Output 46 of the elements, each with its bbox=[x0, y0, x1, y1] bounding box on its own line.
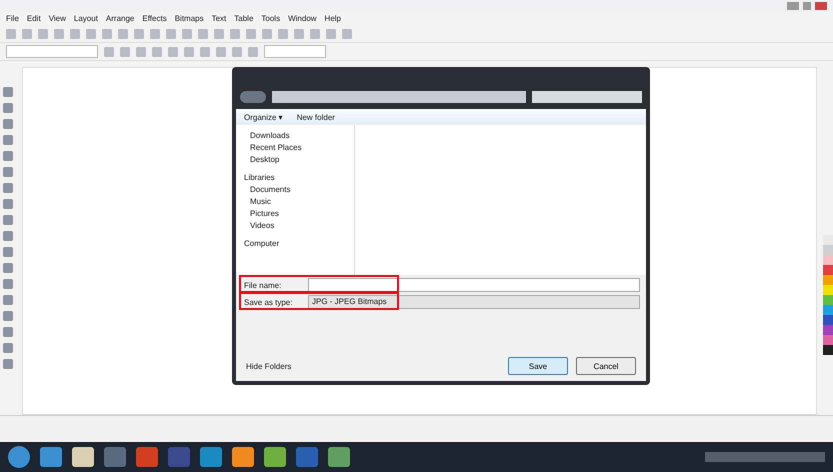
menu-item[interactable]: File bbox=[6, 14, 19, 23]
taskbar-app-icon[interactable] bbox=[168, 447, 190, 467]
favorite-item[interactable]: Downloads bbox=[250, 131, 350, 140]
save-as-type-label: Save as type: bbox=[244, 298, 294, 306]
menu-item[interactable]: Effects bbox=[142, 14, 167, 23]
hide-folders-toggle[interactable]: Hide Folders bbox=[246, 362, 292, 370]
file-name-label: File name: bbox=[244, 280, 282, 290]
preset-dropdown[interactable] bbox=[6, 45, 98, 58]
library-item[interactable]: Documents bbox=[250, 185, 350, 194]
search-field[interactable] bbox=[532, 91, 642, 103]
taskbar-app-icon[interactable] bbox=[232, 447, 254, 467]
menu-item[interactable]: Window bbox=[288, 14, 317, 23]
cancel-button[interactable]: Cancel bbox=[576, 357, 636, 375]
taskbar-app-icon[interactable] bbox=[200, 447, 222, 467]
menu-item[interactable]: Text bbox=[212, 14, 226, 23]
menu-item[interactable]: Help bbox=[324, 14, 341, 23]
start-button[interactable] bbox=[8, 446, 30, 468]
taskbar-app-icon[interactable] bbox=[296, 447, 318, 467]
file-name-field[interactable] bbox=[308, 278, 640, 292]
menu-item[interactable]: Tools bbox=[261, 14, 280, 23]
libraries-item[interactable]: Libraries bbox=[244, 173, 350, 182]
favorite-item[interactable]: Desktop bbox=[250, 155, 350, 164]
taskbar-app-icon[interactable] bbox=[328, 447, 350, 467]
taskbar-app-icon[interactable] bbox=[104, 447, 126, 467]
favorite-item[interactable]: Recent Places bbox=[250, 143, 350, 152]
taskbar-app-icon[interactable] bbox=[72, 447, 94, 467]
taskbar-app-icon[interactable] bbox=[264, 447, 286, 467]
menu-item[interactable]: Bitmaps bbox=[174, 14, 204, 23]
color-palette[interactable] bbox=[823, 235, 833, 355]
units-dropdown[interactable] bbox=[264, 45, 326, 58]
back-forward-icon[interactable] bbox=[240, 91, 266, 103]
menu-item[interactable]: Layout bbox=[74, 14, 98, 23]
save-as-type-dropdown[interactable]: JPG - JPEG Bitmaps bbox=[308, 295, 640, 309]
save-button[interactable]: Save bbox=[508, 357, 568, 375]
menu-item[interactable]: View bbox=[48, 14, 66, 23]
organize-menu[interactable]: Organize ▾ bbox=[244, 112, 283, 122]
library-item[interactable]: Pictures bbox=[250, 209, 350, 218]
menu-item[interactable]: Edit bbox=[26, 14, 41, 23]
taskbar-app-icon[interactable] bbox=[136, 447, 158, 467]
library-item[interactable]: Videos bbox=[250, 221, 350, 230]
taskbar-app-icon[interactable] bbox=[40, 447, 62, 467]
menu-item[interactable]: Arrange bbox=[106, 14, 134, 23]
computer-item[interactable]: Computer bbox=[244, 239, 350, 248]
new-folder-button[interactable]: New folder bbox=[296, 112, 335, 122]
library-item[interactable]: Music bbox=[250, 197, 350, 206]
menu-item[interactable]: Table bbox=[234, 14, 254, 23]
